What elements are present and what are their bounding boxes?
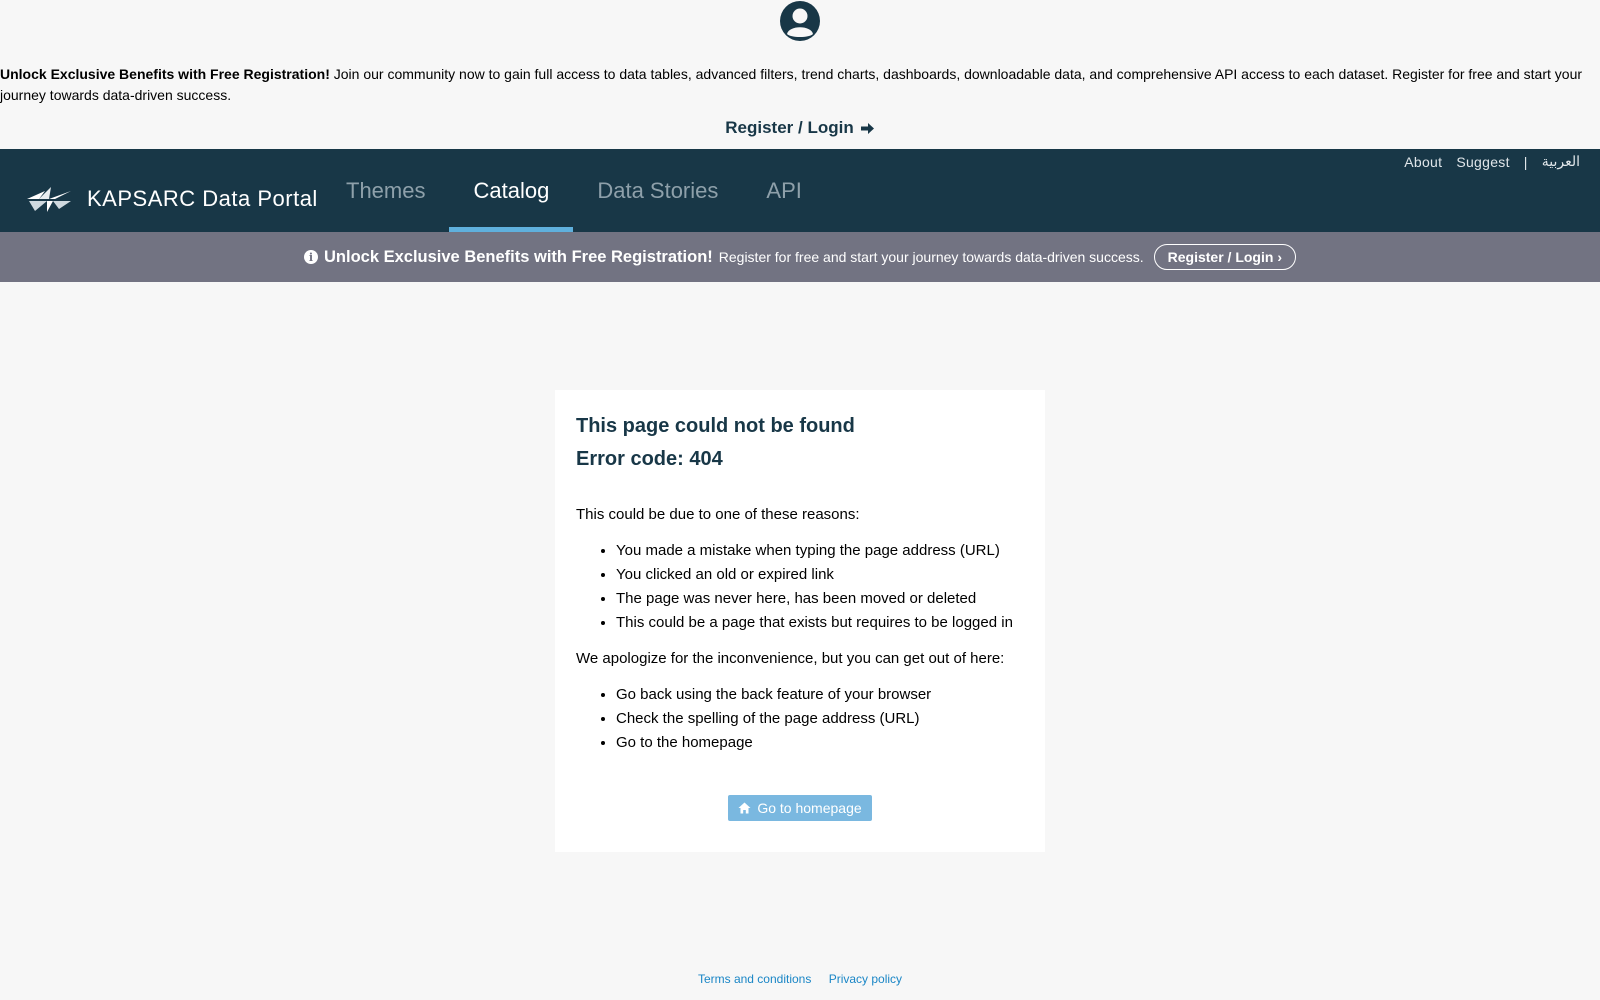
user-avatar-icon[interactable] <box>779 0 821 42</box>
reasons-list: You made a mistake when typing the page … <box>576 539 1024 635</box>
list-item: You made a mistake when typing the page … <box>616 539 1024 563</box>
ways-list: Go back using the back feature of your b… <box>576 683 1024 755</box>
list-item: This could be a page that exists but req… <box>616 611 1024 635</box>
banner-subtitle: Register for free and start your journey… <box>718 249 1144 265</box>
info-icon: i <box>304 250 318 264</box>
nav-catalog[interactable]: Catalog <box>449 149 574 232</box>
register-login-label: Register / Login <box>725 118 854 137</box>
banner-title: Unlock Exclusive Benefits with Free Regi… <box>324 247 713 266</box>
kapsarc-logo-icon <box>27 187 71 212</box>
list-item: Go to the homepage <box>616 731 1024 755</box>
nav-api[interactable]: API <box>742 149 825 232</box>
go-to-homepage-button[interactable]: Go to homepage <box>728 795 872 821</box>
arabic-language-link[interactable]: العربية <box>1542 153 1580 170</box>
nav-data-stories[interactable]: Data Stories <box>573 149 742 232</box>
registration-promo: Unlock Exclusive Benefits with Free Regi… <box>0 0 1600 149</box>
promo-heading: Unlock Exclusive Benefits with Free Regi… <box>0 66 330 82</box>
error-card: This page could not be found Error code:… <box>555 390 1045 852</box>
registration-banner: i Unlock Exclusive Benefits with Free Re… <box>0 232 1600 282</box>
footer: Terms and conditions Privacy policy <box>0 972 1600 986</box>
promo-text: Unlock Exclusive Benefits with Free Regi… <box>0 64 1590 106</box>
main-nav: Themes Catalog Data Stories API <box>322 149 826 232</box>
suggest-link[interactable]: Suggest <box>1456 154 1509 170</box>
error-title: This page could not be found <box>576 415 855 437</box>
nav-themes[interactable]: Themes <box>322 149 449 232</box>
list-item: The page was never here, has been moved … <box>616 587 1024 611</box>
banner-button-label: Register / Login <box>1167 249 1274 265</box>
privacy-link[interactable]: Privacy policy <box>829 972 902 986</box>
register-login-link[interactable]: Register / Login <box>725 118 874 138</box>
arrow-right-icon <box>860 122 874 134</box>
terms-link[interactable]: Terms and conditions <box>698 972 811 986</box>
list-item: You clicked an old or expired link <box>616 563 1024 587</box>
list-item: Go back using the back feature of your b… <box>616 683 1024 707</box>
banner-register-login-button[interactable]: Register / Login › <box>1153 244 1296 270</box>
brand[interactable]: KAPSARC Data Portal <box>25 185 318 213</box>
apology-text: We apologize for the inconvenience, but … <box>576 650 1005 667</box>
home-icon <box>738 802 751 814</box>
home-button-label: Go to homepage <box>757 800 862 816</box>
brand-name: KAPSARC Data Portal <box>87 186 318 211</box>
error-code: Error code: 404 <box>576 448 723 470</box>
reasons-intro: This could be due to one of these reason… <box>576 506 860 523</box>
separator: | <box>1523 153 1528 170</box>
top-links: About Suggest | العربية <box>1404 153 1580 170</box>
about-link[interactable]: About <box>1404 154 1442 170</box>
list-item: Check the spelling of the page address (… <box>616 707 1024 731</box>
main-header: About Suggest | العربية KAPSARC Data Por… <box>0 149 1600 232</box>
chevron-right-icon: › <box>1277 249 1282 265</box>
